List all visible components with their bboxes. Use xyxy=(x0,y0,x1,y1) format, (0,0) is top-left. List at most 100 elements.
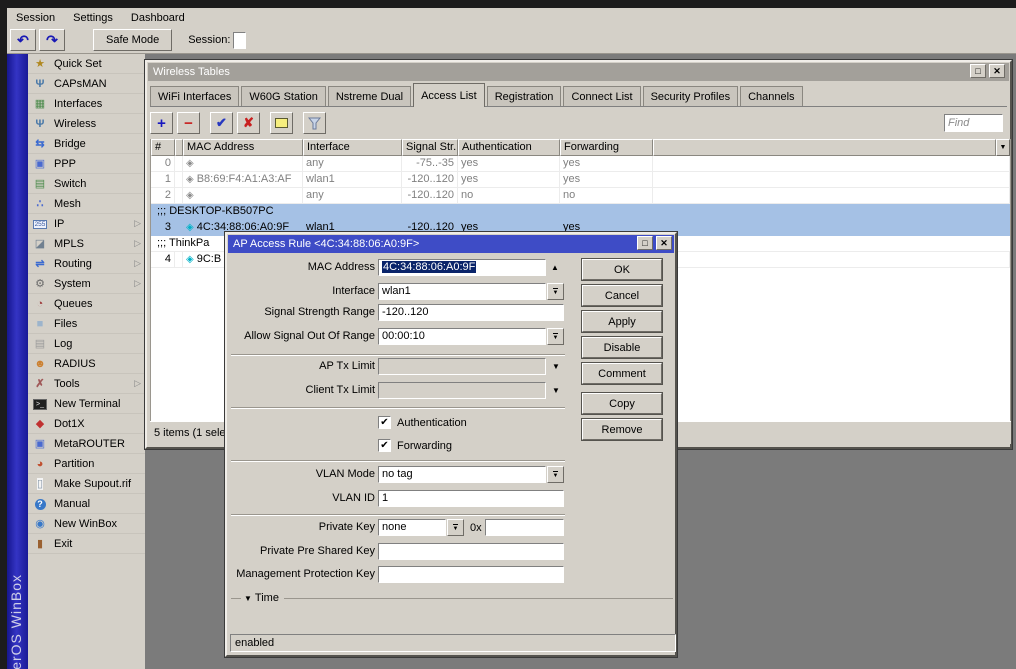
sidebar-item-make-supout[interactable]: Make Supout.rif xyxy=(28,474,145,494)
interface-field[interactable]: wlan1 xyxy=(378,283,546,300)
forwarding-checkbox[interactable]: ✔ xyxy=(378,439,391,452)
add-button[interactable]: + xyxy=(150,112,173,134)
table-row[interactable]: 0 ◈ any -75..-35 yes yes xyxy=(151,156,1010,172)
client-tx-limit-field[interactable] xyxy=(378,382,546,399)
time-section-header[interactable]: ▼ Time xyxy=(231,592,673,604)
sidebar-item-tools[interactable]: Tools▷ xyxy=(28,374,145,394)
enable-button[interactable]: ✔ xyxy=(210,112,233,134)
comment-button[interactable] xyxy=(270,112,293,134)
chevron-down-icon[interactable]: ▼ xyxy=(552,382,560,399)
forwarding-label: Forwarding xyxy=(397,440,452,452)
remove-button[interactable]: Remove xyxy=(582,419,662,440)
column-header-num[interactable]: # xyxy=(151,139,175,156)
sidebar-item-ip[interactable]: IP▷ xyxy=(28,214,145,234)
column-header-forwarding[interactable]: Forwarding xyxy=(560,139,653,156)
column-header-icon[interactable] xyxy=(175,139,183,156)
interface-cell: wlan1 xyxy=(303,172,402,188)
sidebar-item-queues[interactable]: Queues xyxy=(28,294,145,314)
sidebar-item-switch[interactable]: Switch xyxy=(28,174,145,194)
private-pre-shared-key-field[interactable] xyxy=(378,543,564,560)
column-select-dropdown[interactable]: ▼ xyxy=(996,139,1010,156)
apply-button[interactable]: Apply xyxy=(582,311,662,332)
window-title-bar[interactable]: Wireless Tables xyxy=(148,63,1009,81)
sidebar-item-routing[interactable]: Routing▷ xyxy=(28,254,145,274)
sidebar-item-interfaces[interactable]: Interfaces xyxy=(28,94,145,114)
column-header-mac[interactable]: MAC Address xyxy=(183,139,303,156)
sidebar-item-log[interactable]: Log xyxy=(28,334,145,354)
private-key-hex-field[interactable] xyxy=(485,519,564,536)
tab-wifi-interfaces[interactable]: WiFi Interfaces xyxy=(150,86,239,106)
filter-button[interactable] xyxy=(303,112,326,134)
sidebar-item-new-winbox[interactable]: New WinBox xyxy=(28,514,145,534)
tab-access-list[interactable]: Access List xyxy=(413,83,485,107)
column-header-signal[interactable]: Signal Str.. xyxy=(402,139,458,156)
copy-button[interactable]: Copy xyxy=(582,393,662,414)
comment-rule-button[interactable]: Comment xyxy=(582,363,662,384)
private-key-field[interactable]: none xyxy=(378,519,446,536)
column-header-interface[interactable]: Interface xyxy=(303,139,402,156)
tab-nstreme-dual[interactable]: Nstreme Dual xyxy=(328,86,411,106)
sidebar-item-files[interactable]: Files xyxy=(28,314,145,334)
vlan-id-field[interactable]: 1 xyxy=(378,490,564,507)
exit-door-icon xyxy=(32,536,48,552)
private-key-dropdown-button[interactable]: ▼ xyxy=(447,519,464,536)
tab-security-profiles[interactable]: Security Profiles xyxy=(643,86,738,106)
sidebar-item-capsman[interactable]: CAPsMAN xyxy=(28,74,145,94)
dialog-close-button[interactable]: ✕ xyxy=(656,236,672,250)
tab-channels[interactable]: Channels xyxy=(740,86,802,106)
dialog-title-bar[interactable]: AP Access Rule <4C:34:88:06:A0:9F> xyxy=(228,235,674,253)
interface-dropdown-button[interactable]: ▼ xyxy=(547,283,564,300)
tab-w60g-station[interactable]: W60G Station xyxy=(241,86,325,106)
management-protection-key-field[interactable] xyxy=(378,566,564,583)
disable-button[interactable]: ✘ xyxy=(237,112,260,134)
vlan-mode-dropdown-button[interactable]: ▼ xyxy=(547,466,564,483)
sidebar-item-mesh[interactable]: Mesh xyxy=(28,194,145,214)
find-input[interactable] xyxy=(944,114,1003,132)
sidebar-item-new-terminal[interactable]: New Terminal xyxy=(28,394,145,414)
sidebar-item-quick-set[interactable]: Quick Set xyxy=(28,54,145,74)
cancel-button[interactable]: Cancel xyxy=(582,285,662,306)
sidebar-item-radius[interactable]: RADIUS xyxy=(28,354,145,374)
mac-address-field[interactable]: 4C:34:88:06:A0:9F xyxy=(378,259,546,276)
close-button[interactable]: ✕ xyxy=(989,64,1005,78)
undo-button[interactable]: ↶ xyxy=(10,29,36,51)
dialog-maximize-button[interactable]: □ xyxy=(637,236,653,250)
menu-dashboard[interactable]: Dashboard xyxy=(122,10,194,26)
menu-settings[interactable]: Settings xyxy=(64,10,122,26)
maximize-button[interactable]: □ xyxy=(970,64,986,78)
tab-registration[interactable]: Registration xyxy=(487,86,562,106)
table-row[interactable]: 2 ◈ any -120..120 no no xyxy=(151,188,1010,204)
sidebar-item-exit[interactable]: Exit xyxy=(28,534,145,554)
sidebar-item-manual[interactable]: Manual xyxy=(28,494,145,514)
signal-strength-range-field[interactable]: -120..120 xyxy=(378,304,564,321)
comment-row[interactable]: ;;; DESKTOP-KB507PC xyxy=(151,204,1010,220)
column-header-filler xyxy=(653,139,996,156)
disable-rule-button[interactable]: Disable xyxy=(582,337,662,358)
sidebar-item-wireless[interactable]: Wireless xyxy=(28,114,145,134)
sidebar-item-partition[interactable]: Partition xyxy=(28,454,145,474)
allow-signal-dropdown-button[interactable]: ▼ xyxy=(547,328,564,345)
tab-connect-list[interactable]: Connect List xyxy=(563,86,640,106)
sidebar-item-ppp[interactable]: PPP xyxy=(28,154,145,174)
authentication-checkbox[interactable]: ✔ xyxy=(378,416,391,429)
allow-signal-out-of-range-field[interactable]: 00:00:10 xyxy=(378,328,546,345)
sidebar-item-bridge[interactable]: Bridge xyxy=(28,134,145,154)
signal-cell: -75..-35 xyxy=(402,156,458,172)
sidebar-item-system[interactable]: System▷ xyxy=(28,274,145,294)
arrow-up-icon[interactable]: ▲ xyxy=(551,259,559,276)
menu-session[interactable]: Session xyxy=(7,10,64,26)
remove-entry-button[interactable]: − xyxy=(177,112,200,134)
sidebar-item-metarouter[interactable]: MetaROUTER xyxy=(28,434,145,454)
vlan-mode-field[interactable]: no tag xyxy=(378,466,546,483)
sidebar-item-dot1x[interactable]: Dot1X xyxy=(28,414,145,434)
column-header-authentication[interactable]: Authentication xyxy=(458,139,560,156)
safe-mode-button[interactable]: Safe Mode xyxy=(93,29,172,51)
ok-button[interactable]: OK xyxy=(582,259,662,280)
ap-tx-limit-field[interactable] xyxy=(378,358,546,375)
table-row[interactable]: 1 ◈B8:69:F4:A1:A3:AF wlan1 -120..120 yes… xyxy=(151,172,1010,188)
sidebar-item-mpls[interactable]: MPLS▷ xyxy=(28,234,145,254)
interface-value: wlan1 xyxy=(382,285,411,297)
session-input[interactable] xyxy=(233,32,246,49)
redo-button[interactable]: ↷ xyxy=(39,29,65,51)
chevron-down-icon[interactable]: ▼ xyxy=(552,358,560,375)
